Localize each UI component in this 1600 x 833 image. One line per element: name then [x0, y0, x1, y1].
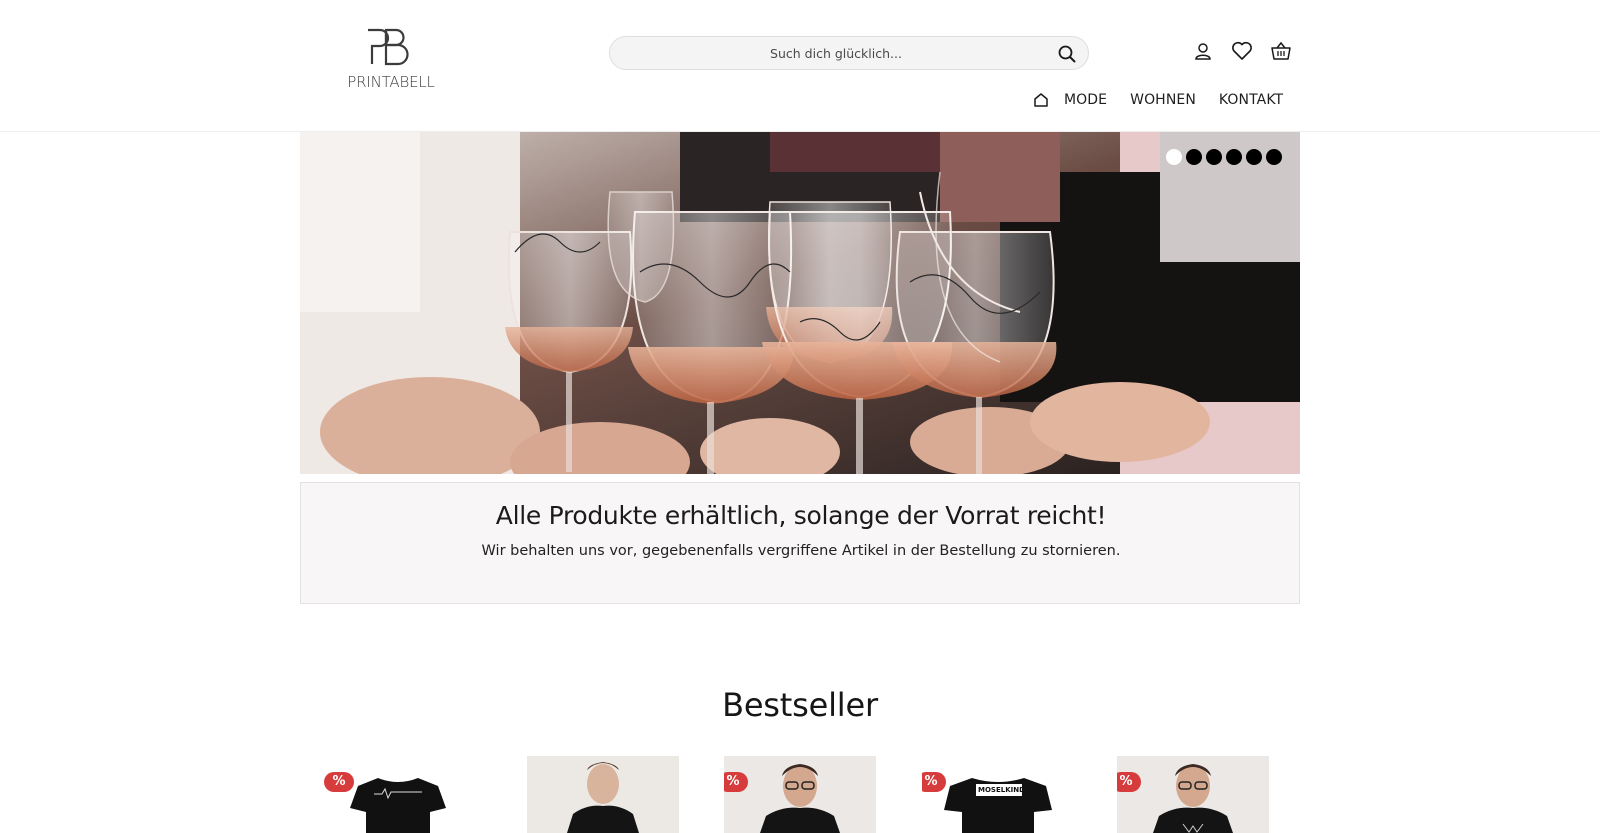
product-card[interactable]: %	[322, 756, 474, 833]
stock-notice: Alle Produkte erhältlich, solange der Vo…	[300, 482, 1300, 604]
product-image	[724, 756, 876, 833]
product-grid: % % MOSELKIND % %	[0, 756, 1600, 833]
sale-badge: %	[922, 772, 946, 792]
search-input[interactable]	[626, 37, 1046, 69]
header-actions	[1192, 40, 1292, 64]
bestseller-title: Bestseller	[722, 686, 878, 724]
search-bar	[609, 36, 1089, 70]
nav-item-wohnen[interactable]: WOHNEN	[1130, 92, 1196, 108]
nav-item-kontakt[interactable]: KONTAKT	[1219, 92, 1283, 108]
wishlist-button[interactable]	[1231, 40, 1253, 62]
sale-badge: %	[324, 772, 354, 792]
search-icon	[1058, 45, 1076, 63]
product-card[interactable]: MOSELKIND %	[922, 756, 1074, 833]
heart-icon	[1232, 41, 1252, 60]
main-navigation: MODE WOHNEN KONTAKT	[1032, 88, 1283, 112]
search-button[interactable]	[1056, 43, 1078, 65]
product-card[interactable]: %	[1117, 756, 1269, 833]
nav-home[interactable]	[1032, 91, 1050, 109]
slider-dots	[1166, 149, 1282, 165]
logo-text: PRINTABELL	[347, 73, 435, 91]
site-header: PRINTABELL Such dich glücklich... MODE W…	[0, 0, 1600, 132]
slider-dot[interactable]	[1246, 149, 1262, 165]
cart-button[interactable]	[1270, 40, 1292, 62]
slider-dot[interactable]	[1186, 149, 1202, 165]
slider-dot[interactable]	[1226, 149, 1242, 165]
notice-title: Alle Produkte erhältlich, solange der Vo…	[495, 501, 1107, 530]
sale-badge: %	[724, 772, 748, 792]
slider-dot[interactable]	[1166, 149, 1182, 165]
product-card[interactable]	[527, 756, 679, 833]
sale-badge: %	[1117, 772, 1141, 792]
product-image	[322, 756, 474, 833]
product-image	[527, 756, 679, 833]
account-button[interactable]	[1192, 40, 1214, 62]
notice-text: Wir behalten uns vor, gegebenenfalls ver…	[481, 543, 1121, 559]
hero-slider[interactable]	[300, 132, 1300, 474]
slider-dot[interactable]	[1266, 149, 1282, 165]
product-image	[1117, 756, 1269, 833]
nav-item-mode[interactable]: MODE	[1064, 92, 1107, 108]
home-icon	[1034, 93, 1048, 107]
logo[interactable]: PRINTABELL	[344, 28, 438, 92]
logo-mark-icon	[368, 28, 409, 66]
slider-dot[interactable]	[1206, 149, 1222, 165]
basket-icon	[1271, 41, 1291, 60]
hero-image	[300, 132, 1300, 474]
product-card[interactable]: %	[724, 756, 876, 833]
account-icon	[1195, 43, 1211, 60]
shirt-print-text: MOSELKIND	[978, 786, 1025, 794]
